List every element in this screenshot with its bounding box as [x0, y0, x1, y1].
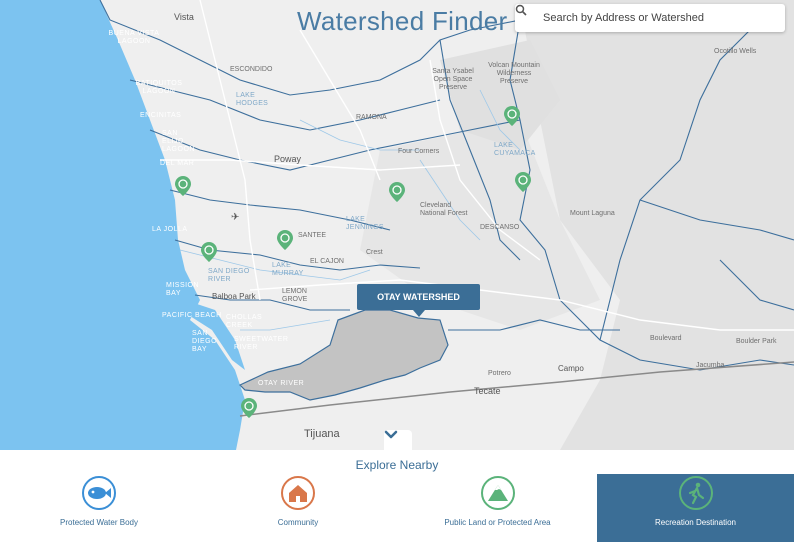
map-label-four-corners: Four Corners [398, 148, 440, 155]
mountain-icon [480, 476, 515, 510]
map-label-otay-river: OTAY RIVER [258, 380, 305, 387]
map-label-lake-cuyamaca: LAKE CUYAMACA [494, 142, 536, 157]
map-label-buena-vista-lagoon: BUENA VISTA LAGOON [108, 30, 160, 45]
category-label: Community [277, 518, 319, 527]
map-label-chollas-creek: CHOLLAS CREEK [226, 314, 263, 329]
category-label: Public Land or Protected Area [444, 518, 551, 527]
category-community[interactable]: Community [198, 474, 398, 542]
map-label-tijuana: Tijuana [304, 428, 340, 440]
recreation-pin[interactable] [241, 398, 257, 418]
map-label-batiquitos-lagoon: BATIQUITOS LAGOON [135, 80, 183, 95]
recreation-pin[interactable] [389, 182, 405, 202]
house-icon [281, 476, 315, 510]
map-label-poway: Poway [274, 154, 302, 164]
map-label-santee: SANTEE [298, 232, 327, 239]
recreation-pin[interactable] [515, 172, 531, 192]
search-input[interactable] [541, 11, 765, 25]
watershed-map[interactable]: Vista Poway ESCONDIDO RAMONA SANTEE EL C… [0, 0, 794, 450]
map-label-pacific-beach: PACIFIC BEACH [162, 312, 222, 319]
watershed-tooltip: OTAY WATERSHED [357, 284, 480, 317]
explore-heading: Explore Nearby [355, 458, 439, 472]
map-label-campo: Campo [558, 364, 584, 373]
map-label-cleveland-nf: Cleveland National Forest [420, 202, 468, 217]
map-label-mount-laguna: Mount Laguna [570, 210, 615, 217]
map-label-vista: Vista [174, 12, 194, 22]
map-label-mission-bay: MISSION BAY [166, 282, 200, 297]
map-label-lemon-grove: LEMON GROVE [282, 288, 308, 303]
chevron-down-icon [384, 430, 398, 439]
map-label-del-mar: DEL MAR [160, 160, 195, 167]
map-label-santa-ysabel: Santa Ysabel Open Space Preserve [432, 68, 474, 91]
category-protected-water-body[interactable]: Protected Water Body [0, 474, 198, 542]
map-label-ramona: RAMONA [356, 114, 387, 121]
map-label-tecate: Tecate [474, 386, 501, 396]
category-label: Protected Water Body [60, 518, 138, 527]
map-label-el-cajon: EL CAJON [310, 258, 344, 265]
map-label-descanso: DESCANSO [480, 224, 520, 231]
map-label-sweetwater-river: SWEETWATER RIVER [234, 336, 289, 351]
map-label-san-elijo-lagoon: SAN ELIJO LAGOON [162, 130, 195, 153]
map-label-san-diego-river: SAN DIEGO RIVER [208, 268, 250, 283]
recreation-pin[interactable] [277, 230, 293, 250]
expand-panel-button[interactable] [384, 430, 412, 450]
map-label-la-jolla: LA JOLLA [152, 226, 188, 233]
map-label-balboa-park: Balboa Park [212, 292, 256, 301]
map-label-boulevard: Boulevard [650, 335, 682, 342]
explore-panel: Explore Nearby Protected Water Body Comm… [0, 450, 794, 542]
map-label-boulder-park: Boulder Park [736, 338, 777, 345]
map-label-escondido: ESCONDIDO [230, 66, 273, 73]
map-label-crest: Crest [366, 249, 383, 256]
recreation-pin[interactable] [175, 176, 191, 196]
search-box[interactable] [515, 4, 785, 32]
map-label-lake-jennings: LAKE JENNINGS [346, 216, 384, 231]
map-label-potrero: Potrero [488, 370, 511, 377]
map-label-lake-murray: LAKE MURRAY [272, 262, 304, 277]
category-recreation-destination[interactable]: Recreation Destination [597, 474, 794, 542]
map-label-volcan-mountain: Volcan Mountain Wilderness Preserve [488, 62, 540, 85]
map-label-lake-hodges: LAKE HODGES [236, 92, 269, 107]
map-label-encinitas: ENCINITAS [140, 112, 182, 119]
category-label: Recreation Destination [655, 518, 736, 527]
recreation-pin[interactable] [201, 242, 217, 262]
map-canvas[interactable] [0, 0, 794, 450]
map-label-san-diego-bay: SAN DIEGO BAY [192, 330, 218, 353]
hiker-icon [678, 476, 713, 510]
recreation-pin[interactable] [504, 106, 520, 126]
fish-icon [82, 476, 116, 510]
category-public-land[interactable]: Public Land or Protected Area [398, 474, 597, 542]
page-title: Watershed Finder [297, 6, 508, 36]
map-label-jacumba: Jacumba [696, 362, 725, 369]
map-label-ocotillo-wells: Ocotillo Wells [714, 48, 757, 55]
airport-icon: ✈ [231, 212, 240, 223]
